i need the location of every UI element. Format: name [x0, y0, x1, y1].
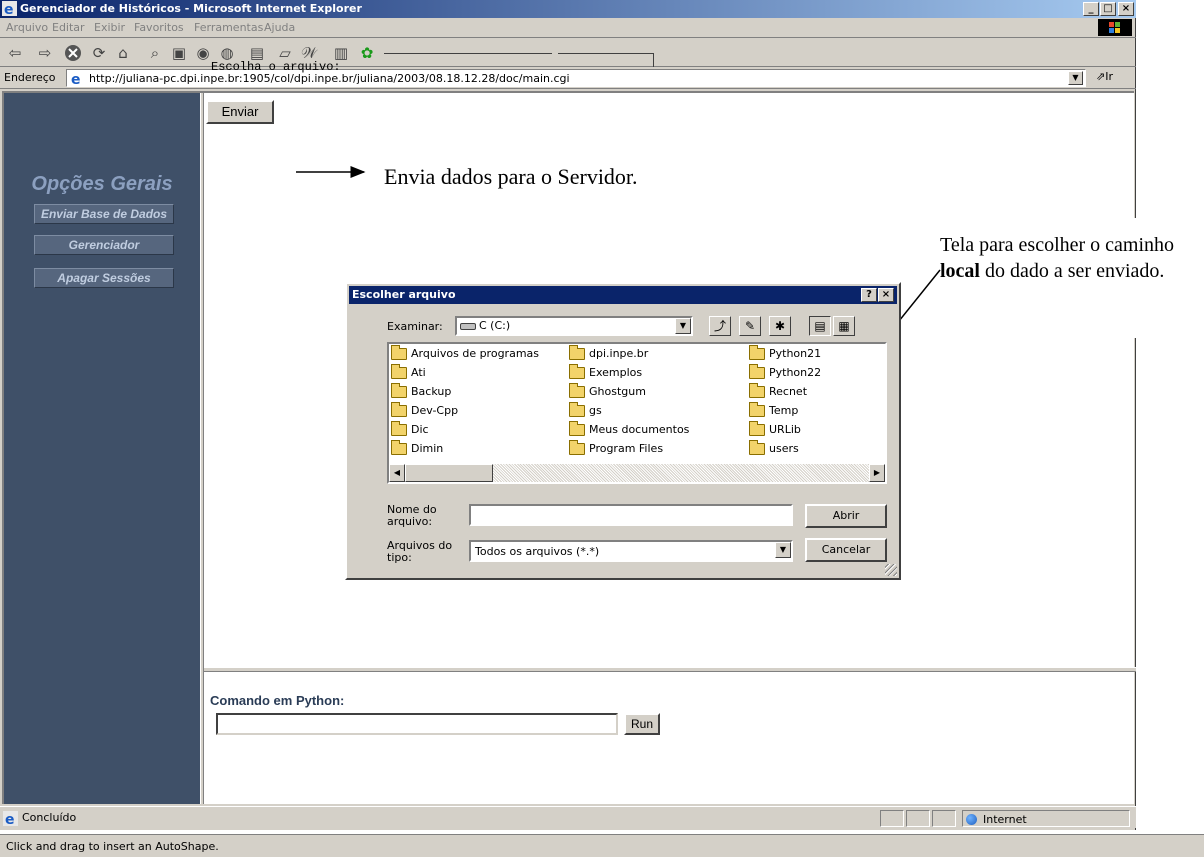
file-name: URLib [769, 423, 801, 436]
filetype-label-2: tipo: [387, 551, 412, 564]
file-name: dpi.inpe.br [589, 347, 649, 360]
dialog-close-button[interactable]: × [878, 288, 894, 302]
file-list[interactable]: Arquivos de programas Ati Backup Dev-Cpp Dic… [387, 342, 887, 484]
filetype-value: Todos os arquivos (*.*) [475, 545, 600, 558]
filetype-label: Arquivos do tipo: [387, 540, 452, 564]
file-dialog: Escolher arquivo ? × Examinar: C (C:) ▼ … [345, 282, 901, 580]
word-status-bar: Click and drag to insert an AutoShape. [0, 834, 1204, 857]
folder-icon [749, 421, 765, 436]
folder-icon [569, 383, 585, 398]
file-name: Python22 [769, 366, 822, 379]
file-name: gs [589, 404, 602, 417]
folder-icon [749, 440, 765, 455]
scroll-right-icon[interactable]: ▶ [869, 464, 885, 482]
folder-icon [391, 440, 407, 455]
lookin-select[interactable]: C (C:) ▼ [455, 316, 693, 336]
folder-icon [749, 364, 765, 379]
filetype-select[interactable]: Todos os arquivos (*.*) ▼ [469, 540, 793, 562]
file-name: Backup [411, 385, 452, 398]
folder-icon [391, 364, 407, 379]
folder-icon [569, 345, 585, 360]
open-button[interactable]: Abrir [805, 504, 887, 528]
folder-icon [391, 402, 407, 417]
file-name: Dimin [411, 442, 444, 455]
scroll-left-icon[interactable]: ◀ [389, 464, 405, 482]
file-name: Ati [411, 366, 426, 379]
file-name: Exemplos [589, 366, 643, 379]
filename-label: Nome do arquivo: [387, 504, 437, 528]
folder-icon [569, 364, 585, 379]
cancel-button[interactable]: Cancelar [805, 538, 887, 562]
file-name: Dic [411, 423, 429, 436]
folder-icon [569, 440, 585, 455]
chevron-down-icon[interactable]: ▼ [675, 318, 691, 334]
up-folder-icon[interactable]: ⤴ [709, 316, 731, 336]
dialog-titlebar[interactable]: Escolher arquivo ? × [349, 286, 897, 304]
folder-icon [391, 383, 407, 398]
file-name: users [769, 442, 799, 455]
word-status-text: Click and drag to insert an AutoShape. [6, 840, 219, 853]
scroll-thumb[interactable] [405, 464, 493, 482]
dialog-title: Escolher arquivo [352, 288, 456, 301]
details-view-icon[interactable]: ▦ [833, 316, 855, 336]
folder-icon [391, 421, 407, 436]
folder-icon [569, 402, 585, 417]
filename-input[interactable] [469, 504, 793, 526]
help-button[interactable]: ? [861, 288, 877, 302]
desktop-icon[interactable]: ✎ [739, 316, 761, 336]
file-name: Program Files [589, 442, 664, 455]
new-folder-icon[interactable]: ✱ [769, 316, 791, 336]
chevron-down-icon[interactable]: ▼ [775, 542, 791, 558]
file-name: Meus documentos [589, 423, 690, 436]
lookin-label: Examinar: [387, 320, 443, 333]
list-view-icon[interactable]: ▤ [809, 316, 831, 336]
file-name: Temp [769, 404, 799, 417]
drive-icon [460, 323, 476, 330]
file-name: Ghostgum [589, 385, 646, 398]
file-name: Arquivos de programas [411, 347, 540, 360]
horizontal-scrollbar[interactable]: ◀ ▶ [389, 464, 885, 482]
filename-label-2: arquivo: [387, 515, 433, 528]
folder-icon [749, 402, 765, 417]
folder-icon [391, 345, 407, 360]
file-name: Dev-Cpp [411, 404, 459, 417]
folder-icon [749, 345, 765, 360]
folder-icon [569, 421, 585, 436]
lookin-value: C (C:) [479, 319, 511, 332]
folder-icon [749, 383, 765, 398]
resize-grip[interactable] [885, 564, 897, 576]
file-name: Recnet [769, 385, 808, 398]
file-name: Python21 [769, 347, 822, 360]
